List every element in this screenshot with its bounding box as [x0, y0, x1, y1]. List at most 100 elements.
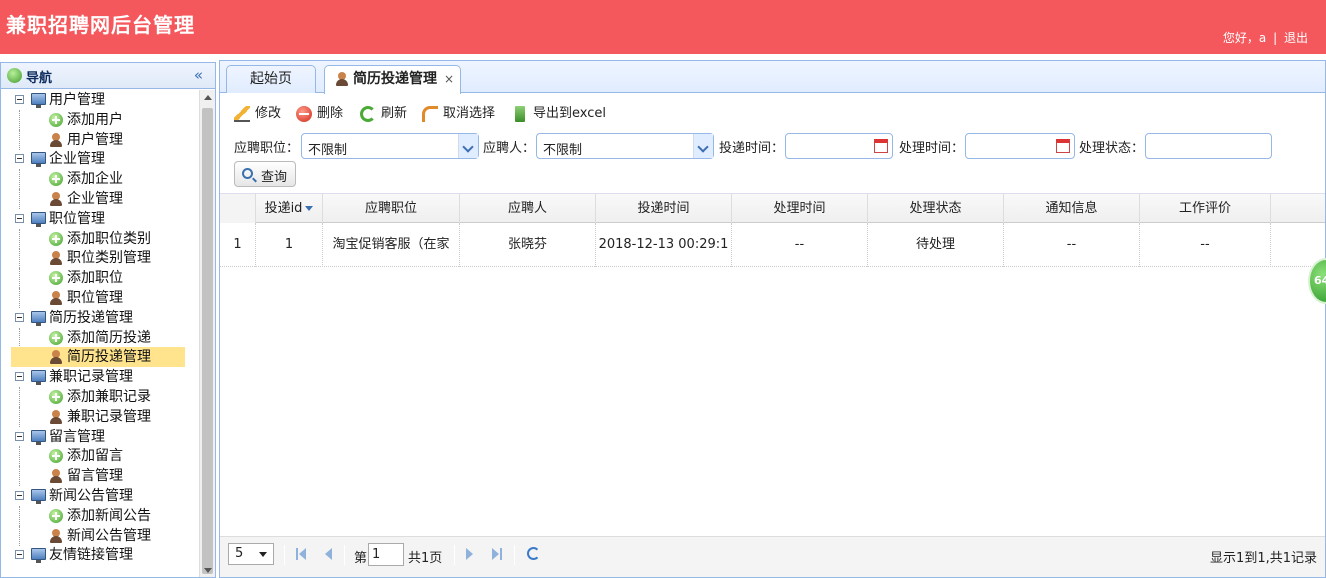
tree-line	[19, 327, 20, 348]
collapse-toggle-icon[interactable]	[15, 490, 24, 500]
search-button[interactable]: 查询	[234, 161, 296, 187]
sidebar-group-label: 职位管理	[49, 210, 105, 227]
scroll-down-icon[interactable]	[204, 568, 212, 573]
page-number-input[interactable]: 1	[368, 543, 404, 566]
collapse-toggle-icon[interactable]	[15, 95, 24, 104]
collapse-toggle-icon[interactable]	[15, 213, 24, 223]
logout-link[interactable]: 退出	[1284, 31, 1308, 45]
divider	[454, 545, 455, 565]
chevron-down-icon[interactable]	[458, 134, 478, 158]
sidebar-item[interactable]: 添加用户	[1, 109, 199, 130]
column-header[interactable]: 应聘职位	[323, 194, 460, 223]
sidebar-item[interactable]: 新闻公告管理	[1, 525, 199, 546]
refresh-label: 刷新	[381, 106, 408, 121]
column-header[interactable]: 处理时间	[732, 194, 868, 223]
chevron-down-icon[interactable]	[693, 134, 713, 158]
sidebar-item[interactable]: 企业管理	[1, 188, 199, 209]
sidebar-group[interactable]: 简历投递管理	[1, 308, 199, 328]
tree-line	[19, 268, 20, 289]
sidebar-group[interactable]: 留言管理	[1, 427, 199, 447]
column-header[interactable]: 工作评价	[1140, 194, 1271, 223]
sidebar-item[interactable]: 添加职位	[1, 268, 199, 289]
sidebar-group[interactable]: 兼职记录管理	[1, 367, 199, 387]
sidebar-item[interactable]: 兼职记录管理	[1, 406, 199, 427]
handle-time-input[interactable]	[965, 133, 1075, 159]
column-header[interactable]: 通知信息	[1004, 194, 1140, 223]
page-size-select[interactable]: 5	[228, 543, 274, 565]
collapse-sidebar-icon[interactable]: «	[194, 66, 203, 84]
sidebar-item[interactable]: 添加简历投递	[1, 327, 199, 348]
add-icon	[49, 271, 63, 286]
close-tab-icon[interactable]: ×	[444, 66, 454, 92]
position-select[interactable]: 不限制	[301, 133, 479, 159]
next-page-icon[interactable]	[466, 548, 476, 560]
computer-icon	[31, 488, 46, 504]
sidebar-item[interactable]: 留言管理	[1, 466, 199, 487]
column-header[interactable]: 投递时间	[596, 194, 732, 223]
tab-home[interactable]: 起始页	[226, 65, 316, 93]
sidebar-item-label: 简历投递管理	[67, 349, 151, 366]
add-icon	[49, 112, 63, 127]
collapse-toggle-icon[interactable]	[15, 372, 24, 382]
table-cell: 张晓芬	[460, 223, 596, 267]
separator: |	[1273, 31, 1278, 45]
delete-icon	[296, 106, 312, 122]
sidebar-group[interactable]: 新闻公告管理	[1, 486, 199, 506]
table-row[interactable]: 1 1 淘宝促销客服（在家 张晓芬 2018-12-13 00:29:1 -- …	[220, 223, 1325, 267]
computer-icon	[31, 370, 46, 386]
collapse-toggle-icon[interactable]	[15, 550, 24, 560]
sidebar-title: 导航	[26, 71, 53, 86]
applicant-select[interactable]: 不限制	[536, 133, 714, 159]
export-label: 导出到excel	[533, 106, 606, 121]
calendar-icon[interactable]	[1056, 139, 1070, 153]
sidebar-item[interactable]: 职位类别管理	[1, 248, 199, 269]
sidebar-item[interactable]: 添加企业	[1, 169, 199, 190]
column-header[interactable]: 处理状态	[868, 194, 1004, 223]
tab-resume-delivery[interactable]: 简历投递管理 ×	[324, 65, 461, 94]
table-cell: 1	[256, 223, 323, 267]
sidebar-group-label: 兼职记录管理	[49, 369, 133, 386]
collapse-toggle-icon[interactable]	[15, 312, 24, 322]
sidebar: 导航 « 用户管理 添加用户 用户管理 企业管理 添加企业 企业管理 职位管理 添加职位类别职…	[0, 62, 216, 578]
user-icon	[49, 350, 63, 365]
prev-page-icon[interactable]	[322, 548, 332, 560]
computer-icon	[31, 152, 46, 168]
submit-time-input[interactable]	[785, 133, 893, 159]
collapse-toggle-icon[interactable]	[15, 154, 24, 164]
sidebar-group[interactable]: 用户管理	[1, 90, 199, 110]
scroll-up-icon[interactable]	[204, 95, 212, 100]
sidebar-item[interactable]: 添加留言	[1, 446, 199, 467]
tree-line	[19, 228, 20, 249]
sidebar-item[interactable]: 添加兼职记录	[1, 386, 199, 407]
first-page-icon[interactable]	[296, 548, 306, 560]
collapse-toggle-icon[interactable]	[15, 431, 24, 441]
sidebar-scrollbar[interactable]	[199, 90, 215, 577]
user-icon	[49, 409, 63, 424]
tree-line	[19, 505, 20, 526]
sidebar-item[interactable]: 职位管理	[1, 287, 199, 308]
sidebar-group[interactable]: 友情链接管理	[1, 545, 199, 565]
sidebar-header: 导航 «	[1, 63, 215, 89]
calendar-icon[interactable]	[874, 139, 888, 153]
user-icon	[335, 72, 349, 86]
user-icon	[49, 251, 63, 266]
export-icon	[515, 106, 525, 122]
user-icon	[49, 132, 63, 147]
scroll-thumb[interactable]	[202, 108, 213, 574]
tree-line	[19, 129, 20, 150]
reload-icon[interactable]	[527, 547, 540, 560]
sidebar-group-label: 新闻公告管理	[49, 487, 133, 504]
sidebar-item[interactable]: 用户管理	[1, 129, 199, 150]
sidebar-group[interactable]: 企业管理	[1, 149, 199, 169]
sidebar-item[interactable]: 添加职位类别	[1, 228, 199, 249]
data-grid: 投递id 应聘职位 应聘人 投递时间 处理时间 处理状态 通知信息 工作评价 1…	[220, 193, 1325, 536]
divider	[344, 545, 345, 565]
column-header[interactable]: 应聘人	[460, 194, 596, 223]
status-input[interactable]	[1145, 133, 1272, 159]
sidebar-group[interactable]: 职位管理	[1, 209, 199, 229]
column-header[interactable]: 投递id	[256, 194, 323, 223]
nav-tree: 用户管理 添加用户 用户管理 企业管理 添加企业 企业管理 职位管理 添加职位类别 职位类别管理…	[1, 90, 199, 566]
sidebar-item[interactable]: 添加新闻公告	[1, 505, 199, 526]
sidebar-item[interactable]: 简历投递管理	[11, 347, 185, 368]
last-page-icon[interactable]	[492, 548, 502, 560]
